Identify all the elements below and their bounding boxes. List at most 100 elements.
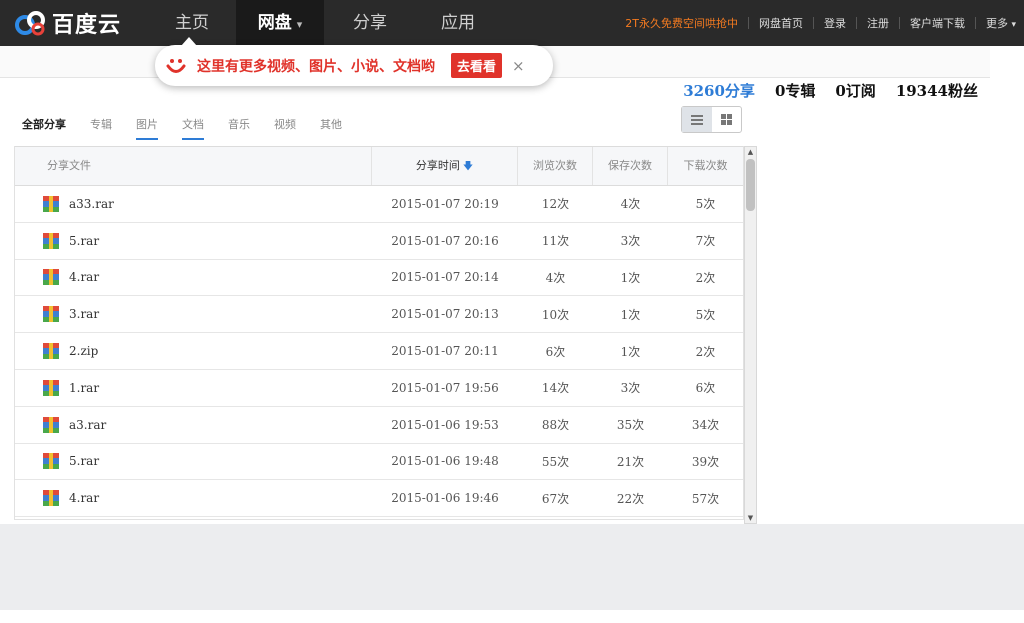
file-name[interactable]: 5.rar bbox=[69, 234, 99, 248]
subscription-count[interactable]: 0订阅 bbox=[835, 80, 875, 101]
tab-albums[interactable]: 专辑 bbox=[90, 116, 112, 140]
file-name[interactable]: 5.rar bbox=[69, 454, 99, 468]
archive-file-icon bbox=[43, 416, 59, 433]
header-share-time[interactable]: 分享时间 🡇 bbox=[372, 147, 518, 185]
category-tabs: 全部分享 专辑 图片 文档 音乐 视频 其他 bbox=[22, 116, 366, 140]
grid-view-button[interactable] bbox=[712, 107, 742, 132]
view-count: 6次 bbox=[545, 344, 566, 359]
header-share-time-label: 分享时间 bbox=[415, 159, 460, 172]
top-right-links: 2T永久免费空间哄抢中 网盘首页 登录 注册 客户端下载 更多 ▾ bbox=[625, 0, 1016, 46]
tab-all-shares[interactable]: 全部分享 bbox=[22, 116, 66, 140]
table-row[interactable]: 4.rar 2015-01-06 19:46 67次 22次 57次 bbox=[15, 480, 743, 518]
grid-icon bbox=[720, 114, 732, 125]
file-name[interactable]: a3.rar bbox=[69, 418, 106, 432]
more-label: 更多 bbox=[985, 17, 1008, 30]
tooltip-text: 这里有更多视频、图片、小说、文档哟 bbox=[197, 58, 435, 75]
save-count: 35次 bbox=[616, 418, 645, 433]
divider bbox=[974, 17, 976, 29]
divider bbox=[855, 17, 857, 29]
scroll-up-icon[interactable]: ▲ bbox=[745, 147, 756, 157]
share-time: 2015-01-07 19:56 bbox=[391, 380, 499, 395]
tab-documents[interactable]: 文档 bbox=[182, 116, 204, 140]
tab-images[interactable]: 图片 bbox=[136, 116, 158, 140]
save-count: 1次 bbox=[620, 307, 641, 322]
file-cell: 3.rar bbox=[15, 306, 372, 323]
share-count[interactable]: 3260分享 bbox=[683, 80, 755, 101]
file-name[interactable]: 1.rar bbox=[69, 381, 99, 395]
nav-share[interactable]: 分享 bbox=[330, 0, 410, 46]
table-body: a33.rar 2015-01-07 20:19 12次 4次 5次 5.rar 2015-… bbox=[15, 186, 743, 518]
logo-text: 百度云 bbox=[52, 13, 122, 38]
view-count: 14次 bbox=[541, 381, 570, 396]
file-name[interactable]: 4.rar bbox=[69, 270, 99, 284]
top-nav-bar: 百度云 主页 网盘 ▾ 分享 应用 2T永久免费空间哄抢中 网盘首页 登录 注册 … bbox=[0, 0, 1024, 46]
scrollbar[interactable]: ▲ ▼ bbox=[744, 146, 757, 524]
archive-file-icon bbox=[43, 195, 59, 212]
table-header: 分享文件 分享时间 🡇 浏览次数 保存次数 下载次数 bbox=[15, 146, 743, 186]
file-name[interactable]: 4.rar bbox=[69, 491, 99, 505]
save-count: 3次 bbox=[620, 381, 641, 396]
download-count: 6次 bbox=[695, 381, 716, 396]
smile-icon bbox=[166, 58, 186, 73]
table-row[interactable]: 5.rar 2015-01-07 20:16 11次 3次 7次 bbox=[15, 223, 743, 260]
share-time: 2015-01-07 20:16 bbox=[391, 233, 499, 248]
client-download-link[interactable]: 客户端下载 bbox=[910, 15, 965, 31]
login-link[interactable]: 登录 bbox=[824, 15, 846, 31]
table-row[interactable]: a3.rar 2015-01-06 19:53 88次 35次 34次 bbox=[15, 407, 743, 444]
cloud-logo-icon bbox=[15, 11, 45, 36]
go-see-button[interactable]: 去看看 bbox=[451, 53, 503, 78]
file-name[interactable]: 3.rar bbox=[69, 307, 99, 321]
scrollbar-thumb[interactable] bbox=[746, 159, 755, 211]
file-cell: 4.rar bbox=[15, 490, 372, 507]
file-name[interactable]: 2.zip bbox=[69, 344, 98, 358]
header-views[interactable]: 浏览次数 bbox=[518, 147, 593, 185]
user-stats: 3260分享 0专辑 0订阅 19344粉丝 bbox=[663, 80, 978, 101]
table-row[interactable]: 4.rar 2015-01-07 20:14 4次 1次 2次 bbox=[15, 260, 743, 297]
table-row[interactable]: 3.rar 2015-01-07 20:13 10次 1次 5次 bbox=[15, 296, 743, 334]
divider bbox=[812, 17, 814, 29]
table-row[interactable]: 1.rar 2015-01-07 19:56 14次 3次 6次 bbox=[15, 370, 743, 407]
table-row[interactable]: a33.rar 2015-01-07 20:19 12次 4次 5次 bbox=[15, 186, 743, 223]
view-mode-toggle bbox=[681, 106, 742, 133]
download-count: 57次 bbox=[691, 491, 720, 506]
netdisk-home-link[interactable]: 网盘首页 bbox=[759, 15, 803, 31]
header-downloads[interactable]: 下载次数 bbox=[668, 147, 743, 185]
close-icon[interactable]: × bbox=[512, 57, 525, 75]
scroll-down-icon[interactable]: ▼ bbox=[745, 513, 756, 523]
list-view-button[interactable] bbox=[682, 107, 712, 132]
save-count: 1次 bbox=[620, 270, 641, 285]
divider bbox=[898, 17, 900, 29]
download-count: 34次 bbox=[691, 418, 720, 433]
nav-netdisk-label: 网盘 bbox=[257, 13, 292, 33]
view-count: 88次 bbox=[541, 418, 570, 433]
promo-link[interactable]: 2T永久免费空间哄抢中 bbox=[625, 15, 738, 31]
download-count: 39次 bbox=[691, 454, 720, 469]
archive-file-icon bbox=[43, 453, 59, 470]
tab-other[interactable]: 其他 bbox=[320, 116, 342, 140]
baidu-cloud-logo[interactable]: 百度云 bbox=[14, 8, 121, 38]
register-link[interactable]: 注册 bbox=[867, 15, 889, 31]
file-cell: 4.rar bbox=[15, 269, 372, 286]
file-cell: 2.zip bbox=[15, 343, 372, 360]
file-name[interactable]: a33.rar bbox=[69, 197, 114, 211]
table-row[interactable]: 2.zip 2015-01-07 20:11 6次 1次 2次 bbox=[15, 333, 743, 370]
share-file-table: 分享文件 分享时间 🡇 浏览次数 保存次数 下载次数 a33.rar 2015-01… bbox=[14, 146, 744, 520]
tab-videos[interactable]: 视频 bbox=[274, 116, 296, 140]
fan-count[interactable]: 19344粉丝 bbox=[896, 80, 978, 101]
archive-file-icon bbox=[43, 269, 59, 286]
download-count: 2次 bbox=[695, 344, 716, 359]
album-count[interactable]: 0专辑 bbox=[775, 80, 815, 101]
nav-apps[interactable]: 应用 bbox=[418, 0, 498, 46]
divider bbox=[747, 17, 749, 29]
table-row[interactable]: 5.rar 2015-01-06 19:48 55次 21次 39次 bbox=[15, 444, 743, 481]
header-saves[interactable]: 保存次数 bbox=[593, 147, 668, 185]
nav-netdisk[interactable]: 网盘 ▾ bbox=[236, 0, 324, 46]
tab-music[interactable]: 音乐 bbox=[228, 116, 250, 140]
save-count: 3次 bbox=[620, 234, 641, 249]
list-icon bbox=[690, 114, 703, 125]
more-menu[interactable]: 更多 ▾ bbox=[986, 15, 1016, 31]
view-count: 12次 bbox=[541, 197, 570, 212]
tooltip-tail bbox=[181, 37, 197, 46]
archive-file-icon bbox=[43, 343, 59, 360]
save-count: 1次 bbox=[620, 344, 641, 359]
